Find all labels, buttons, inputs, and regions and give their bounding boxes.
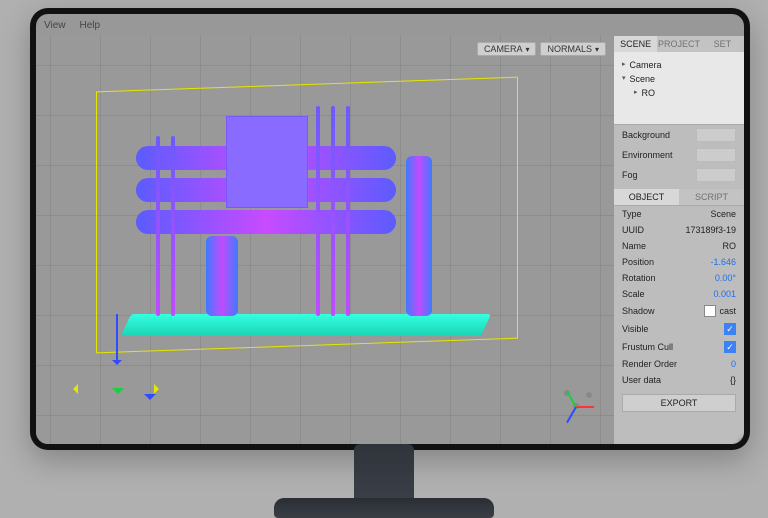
prop-environment: Environment xyxy=(614,145,744,165)
tab-settings[interactable]: SET xyxy=(701,36,744,52)
screen: View Help xyxy=(36,14,744,444)
tab-object[interactable]: OBJECT xyxy=(614,189,679,205)
environment-swatch[interactable] xyxy=(696,148,736,162)
camera-select[interactable]: CAMERA▾ xyxy=(477,42,537,56)
prop-name: NameRO xyxy=(614,238,744,254)
background-swatch[interactable] xyxy=(696,128,736,142)
scene-tree: ▸Camera ▾Scene ▸RO xyxy=(614,52,744,124)
monitor-stand-neck xyxy=(354,444,414,504)
position-input[interactable]: -1.646 xyxy=(710,257,736,267)
user-data-input[interactable]: {} xyxy=(730,375,736,385)
gizmo-dot-icon xyxy=(586,392,592,398)
side-panel: SCENE PROJECT SET ▸Camera ▾Scene ▸RO Bac… xyxy=(614,36,744,444)
tree-item-ro[interactable]: ▸RO xyxy=(622,86,736,100)
prop-visible: Visible✓ xyxy=(614,320,744,338)
prop-user-data: User data{} xyxy=(614,372,744,388)
prop-position: Position-1.646 xyxy=(614,254,744,270)
uuid-value: 173189f3-19 xyxy=(685,225,736,235)
model-pipe xyxy=(136,210,396,234)
object-properties: TypeScene UUID173189f3-19 NameRO Positio… xyxy=(614,205,744,388)
prop-background: Background xyxy=(614,125,744,145)
triangle-down-icon: ▾ xyxy=(622,72,626,86)
gizmo-z-icon xyxy=(566,407,577,424)
model-thin-pipe xyxy=(346,106,350,316)
type-value: Scene xyxy=(710,209,736,219)
prop-render-order: Render Order0 xyxy=(614,356,744,372)
tab-scene[interactable]: SCENE xyxy=(614,36,657,52)
prop-frustum: Frustum Cull✓ xyxy=(614,338,744,356)
orientation-gizmo[interactable] xyxy=(556,386,596,426)
monitor-stand-base xyxy=(274,498,494,518)
render-order-input[interactable]: 0 xyxy=(731,359,736,369)
prop-fog: Fog xyxy=(614,165,744,185)
prop-rotation: Rotation0.00° xyxy=(614,270,744,286)
viewport-controls: CAMERA▾ NORMALS▾ xyxy=(477,42,606,56)
model-thin-pipe xyxy=(156,136,160,316)
environment-section: Background Environment Fog xyxy=(614,124,744,185)
triangle-right-icon: ▸ xyxy=(622,58,626,72)
model-thin-pipe xyxy=(316,106,320,316)
menu-help[interactable]: Help xyxy=(80,20,101,31)
model-thin-pipe xyxy=(171,136,175,316)
frustum-checkbox[interactable]: ✓ xyxy=(724,341,736,353)
model-cylinder xyxy=(406,156,432,316)
axis-green-icon xyxy=(112,388,124,400)
model-base xyxy=(121,314,491,336)
model-thin-pipe xyxy=(331,106,335,316)
prop-shadow: Shadowcast xyxy=(614,302,744,320)
scale-input[interactable]: 0.001 xyxy=(713,289,736,299)
model-cylinder xyxy=(206,236,238,316)
rotation-input[interactable]: 0.00° xyxy=(715,273,736,283)
name-input[interactable]: RO xyxy=(723,241,737,251)
export-button[interactable]: EXPORT xyxy=(622,394,736,412)
visible-checkbox[interactable]: ✓ xyxy=(724,323,736,335)
triangle-right-icon: ▸ xyxy=(634,86,638,100)
prop-type: TypeScene xyxy=(614,206,744,222)
axis-z-icon xyxy=(116,314,118,364)
chevron-down-icon: ▾ xyxy=(595,45,599,54)
prop-scale: Scale0.001 xyxy=(614,286,744,302)
model-panel xyxy=(226,116,308,208)
shading-select[interactable]: NORMALS▾ xyxy=(540,42,606,56)
fog-swatch[interactable] xyxy=(696,168,736,182)
prop-uuid: UUID173189f3-19 xyxy=(614,222,744,238)
tab-project[interactable]: PROJECT xyxy=(657,36,700,52)
monitor-bezel: View Help xyxy=(30,8,750,450)
main-area: CAMERA▾ NORMALS▾ SCENE PROJECT SET xyxy=(36,36,744,444)
menu-view[interactable]: View xyxy=(44,20,66,31)
gizmo-y-icon xyxy=(566,391,577,408)
transform-gizmo[interactable] xyxy=(76,324,156,404)
tree-item-scene[interactable]: ▾Scene xyxy=(622,72,736,86)
axis-blue-icon xyxy=(144,394,156,406)
object-tabs: OBJECT SCRIPT xyxy=(614,189,744,205)
shadow-cast-checkbox[interactable] xyxy=(704,305,716,317)
viewport-3d[interactable]: CAMERA▾ NORMALS▾ xyxy=(36,36,614,444)
top-menu-bar: View Help xyxy=(36,14,744,36)
3d-model xyxy=(116,106,496,336)
tree-item-camera[interactable]: ▸Camera xyxy=(622,58,736,72)
gizmo-x-icon xyxy=(576,406,594,408)
tab-script[interactable]: SCRIPT xyxy=(679,189,744,205)
panel-tabs: SCENE PROJECT SET xyxy=(614,36,744,52)
chevron-down-icon: ▾ xyxy=(525,45,529,54)
